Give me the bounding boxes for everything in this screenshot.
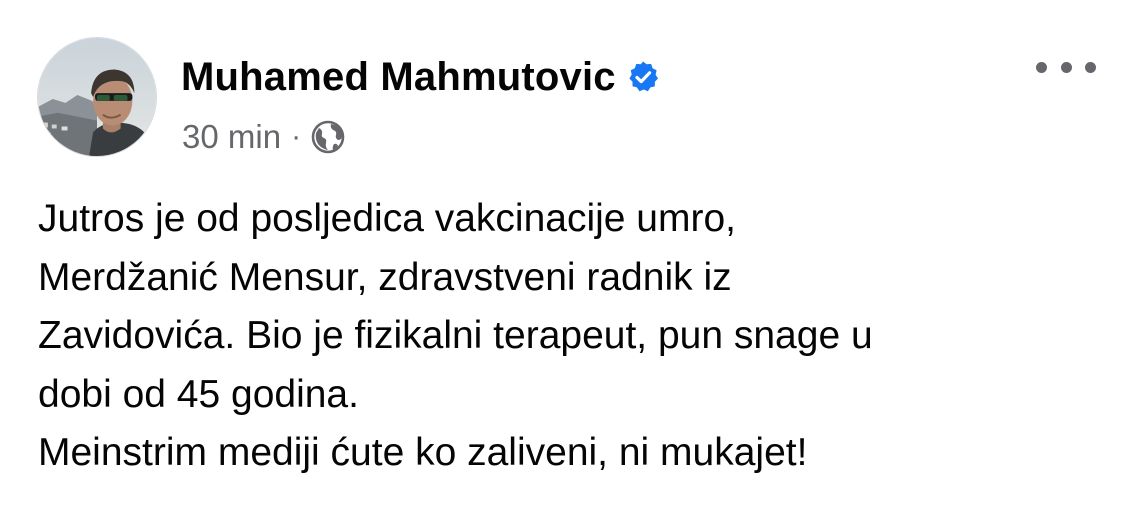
more-options-icon (1036, 61, 1047, 73)
post-text-line: Zavidovića. Bio je fizikalni terapeut, p… (38, 314, 873, 357)
more-options-dot (1060, 61, 1072, 73)
author-row: Muhamed Mahmutovic (181, 54, 660, 100)
post-meta: 30 min · (182, 116, 346, 158)
globe-icon[interactable] (310, 119, 346, 155)
post-text-line: Meinstrim mediji ćute ko zaliveni, ni mu… (38, 431, 808, 474)
verified-badge-icon (626, 60, 660, 94)
profile-photo (38, 38, 156, 156)
post-text-line: Merdžanić Mensur, zdravstveni radnik iz (38, 255, 732, 299)
more-options-button[interactable] (1036, 52, 1096, 82)
post-text-line: Jutros je od posljedica vakcinacije umro… (38, 197, 737, 240)
post-timestamp[interactable]: 30 min (182, 118, 281, 156)
avatar[interactable] (37, 37, 157, 157)
facebook-post: Muhamed Mahmutovic 30 min · Jutros je od… (0, 0, 1125, 510)
post-message: Jutros je od posljedica vakcinacije umro… (38, 190, 1098, 483)
author-name[interactable]: Muhamed Mahmutovic (181, 55, 616, 100)
meta-separator: · (291, 120, 302, 153)
post-text-line: dobi od 45 godina. (38, 372, 359, 416)
more-options-dot (1085, 61, 1096, 73)
